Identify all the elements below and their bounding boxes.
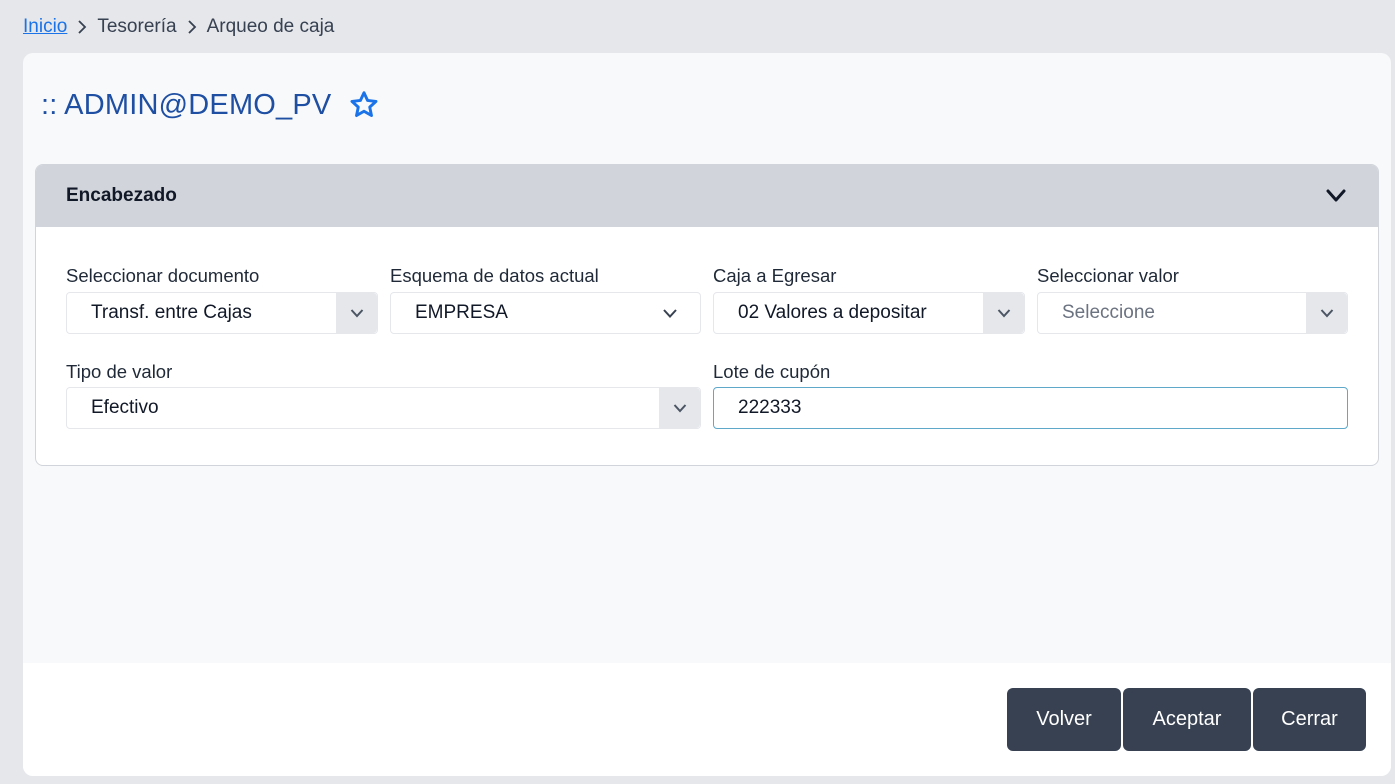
aceptar-button[interactable]: Aceptar: [1123, 688, 1251, 751]
tipo-select[interactable]: Efectivo: [66, 387, 701, 429]
valor-label: Seleccionar valor: [1037, 265, 1179, 286]
caja-value: 02 Valores a depositar: [738, 302, 927, 323]
chevron-down-icon[interactable]: [1324, 184, 1348, 208]
page-title: :: ADMIN@DEMO_PV: [41, 88, 332, 121]
tipo-value: Efectivo: [91, 397, 159, 418]
documento-value: Transf. entre Cajas: [91, 302, 252, 323]
main-card: :: ADMIN@DEMO_PV Encabezado Seleccionar …: [23, 53, 1391, 776]
documento-select[interactable]: Transf. entre Cajas: [66, 292, 378, 334]
esquema-select[interactable]: EMPRESA: [390, 292, 701, 334]
breadcrumb: Inicio Tesorería Arqueo de caja: [23, 14, 334, 40]
breadcrumb-home-link[interactable]: Inicio: [23, 16, 67, 38]
favorite-star-icon[interactable]: [347, 88, 381, 122]
chevron-right-icon: [67, 16, 97, 38]
tipo-label: Tipo de valor: [66, 361, 173, 382]
chevron-down-icon[interactable]: [983, 293, 1024, 333]
chevron-down-icon[interactable]: [659, 388, 700, 428]
lote-input[interactable]: [713, 387, 1348, 429]
documento-label: Seleccionar documento: [66, 265, 260, 286]
cerrar-button[interactable]: Cerrar: [1253, 688, 1366, 751]
title-row: :: ADMIN@DEMO_PV: [41, 85, 381, 125]
chevron-down-icon[interactable]: [640, 308, 700, 319]
chevron-down-icon[interactable]: [1306, 293, 1347, 333]
esquema-value: EMPRESA: [415, 302, 508, 323]
caja-select[interactable]: 02 Valores a depositar: [713, 292, 1025, 334]
valor-placeholder: Seleccione: [1062, 302, 1155, 323]
encabezado-panel: Encabezado Seleccionar documento Esquema…: [35, 164, 1379, 466]
breadcrumb-current: Arqueo de caja: [206, 16, 335, 37]
panel-title: Encabezado: [66, 185, 177, 206]
chevron-down-icon[interactable]: [336, 293, 377, 333]
breadcrumb-section[interactable]: Tesorería: [97, 16, 176, 38]
chevron-right-icon: [177, 16, 207, 38]
panel-header-toggle[interactable]: Encabezado: [36, 165, 1378, 227]
lote-label: Lote de cupón: [713, 361, 831, 382]
caja-label: Caja a Egresar: [713, 265, 837, 286]
esquema-label: Esquema de datos actual: [390, 265, 599, 286]
footer-actions: Volver Aceptar Cerrar: [23, 663, 1391, 776]
valor-select[interactable]: Seleccione: [1037, 292, 1348, 334]
volver-button[interactable]: Volver: [1007, 688, 1121, 751]
